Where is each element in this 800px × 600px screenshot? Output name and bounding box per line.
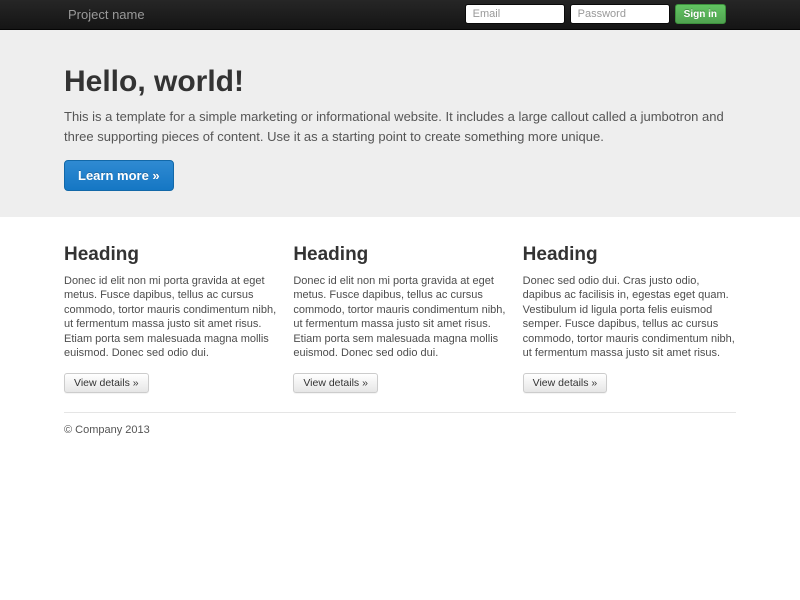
column-body: Donec sed odio dui. Cras justo odio, dap… <box>522 274 735 360</box>
main-content: Heading Donec id elit non mi porta gravi… <box>64 244 736 436</box>
column-heading: Heading <box>522 243 598 265</box>
jumbotron: Hello, world! This is a template for a s… <box>0 30 800 217</box>
sign-in-button[interactable]: Sign in <box>674 4 726 24</box>
learn-more-button[interactable]: Learn more » <box>64 159 174 191</box>
navbar-brand[interactable]: Project name <box>68 0 145 29</box>
column-body: Donec id elit non mi porta gravida at eg… <box>64 274 277 360</box>
copyright-text: © Company 2013 <box>64 423 150 436</box>
jumbotron-title: Hello, world! <box>64 65 244 98</box>
navbar: Project name Sign in <box>0 0 800 30</box>
column-heading: Heading <box>64 243 139 265</box>
view-details-button-3[interactable]: View details » <box>522 372 608 393</box>
signin-form: Sign in <box>464 4 726 24</box>
email-field[interactable] <box>464 4 565 24</box>
jumbotron-description: This is a template for a simple marketin… <box>64 108 724 144</box>
marketing-column-1: Heading Donec id elit non mi porta gravi… <box>64 244 277 393</box>
view-details-button-1[interactable]: View details » <box>64 372 149 393</box>
view-details-button-2[interactable]: View details » <box>293 372 378 393</box>
footer: © Company 2013 <box>64 424 736 436</box>
marketing-column-2: Heading Donec id elit non mi porta gravi… <box>293 244 506 393</box>
column-heading: Heading <box>293 243 369 265</box>
footer-divider <box>64 411 736 413</box>
column-body: Donec id elit non mi porta gravida at eg… <box>293 274 506 360</box>
marketing-columns: Heading Donec id elit non mi porta gravi… <box>64 244 736 393</box>
marketing-column-3: Heading Donec sed odio dui. Cras justo o… <box>522 243 736 393</box>
password-field[interactable] <box>569 4 670 24</box>
